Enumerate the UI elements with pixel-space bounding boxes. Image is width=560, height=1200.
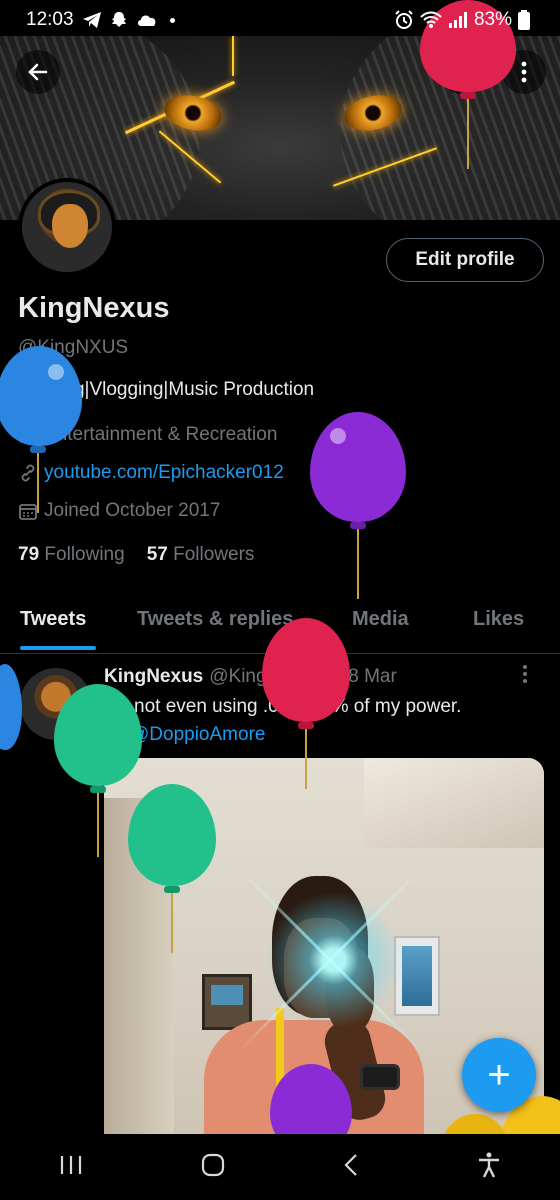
tweet-more-button[interactable] bbox=[522, 664, 528, 690]
followers-count: 57 bbox=[146, 544, 168, 565]
tweet-date: 18 Mar bbox=[337, 666, 397, 687]
briefcase-icon bbox=[18, 425, 38, 445]
profile-handle: @KingNXUS bbox=[18, 337, 129, 358]
snapchat-icon bbox=[111, 12, 126, 27]
profile-link-text[interactable]: youtube.com/Epichacker012 bbox=[44, 462, 284, 484]
tweet-header: KingNexus @KingNXUS · 18 Mar bbox=[104, 666, 397, 688]
nav-back-icon bbox=[344, 1153, 357, 1176]
follow-stats: 79 Following 57 Followers bbox=[18, 544, 254, 566]
camera-icon bbox=[105, 727, 125, 743]
link-icon bbox=[18, 463, 38, 483]
followers-label: Followers bbox=[173, 544, 255, 565]
tab-tweets[interactable]: Tweets bbox=[20, 608, 86, 631]
system-nav-bar bbox=[0, 1134, 560, 1200]
arrow-left-icon bbox=[28, 63, 48, 81]
compose-tweet-button[interactable]: + bbox=[462, 1038, 536, 1112]
tab-likes[interactable]: Likes bbox=[473, 608, 524, 631]
profile-category-text: Entertainment & Recreation bbox=[44, 424, 278, 445]
tweet-handle: @KingNXUS bbox=[209, 666, 320, 687]
search-icon bbox=[451, 61, 472, 82]
profile-display-name: KingNexus bbox=[18, 292, 170, 324]
profile-link[interactable]: youtube.com/Epichacker012 bbox=[18, 462, 284, 484]
battery-icon bbox=[518, 10, 530, 30]
tab-active-indicator bbox=[20, 646, 96, 650]
tweet-avatar[interactable] bbox=[20, 668, 92, 740]
following-count: 79 bbox=[18, 544, 40, 565]
profile-bio: Gaming|Vlogging|Music Production bbox=[18, 379, 315, 400]
photo-watch bbox=[360, 1064, 400, 1090]
followers-stat[interactable]: 57 Followers bbox=[147, 544, 255, 566]
tweet-photo-tag[interactable]: @DoppioAmore bbox=[104, 724, 265, 746]
nav-home-button[interactable] bbox=[201, 1153, 225, 1182]
profile-joined: Joined October 2017 bbox=[18, 500, 220, 522]
back-button[interactable] bbox=[16, 50, 60, 94]
avatar-face bbox=[52, 204, 88, 248]
nav-accessibility-button[interactable] bbox=[477, 1152, 501, 1183]
more-options-button[interactable] bbox=[502, 50, 546, 94]
following-label: Following bbox=[44, 544, 125, 565]
status-right: 83% bbox=[394, 9, 530, 31]
photo-wall-art-left bbox=[202, 974, 252, 1030]
wifi-icon bbox=[420, 11, 442, 28]
alarm-icon bbox=[395, 10, 413, 29]
tweet-photo-tag-text[interactable]: @DoppioAmore bbox=[130, 724, 265, 746]
nav-back-button[interactable] bbox=[343, 1153, 359, 1182]
cloud-icon bbox=[137, 15, 155, 26]
tab-tweets-replies[interactable]: Tweets & replies bbox=[137, 608, 293, 631]
banner-lightning-4 bbox=[232, 36, 234, 76]
status-time: 12:03 bbox=[26, 9, 74, 30]
photo-eye-glow bbox=[254, 880, 414, 1040]
profile-tabs: Tweets Tweets & replies Media Likes bbox=[0, 596, 560, 654]
tweet-separator: · bbox=[325, 666, 332, 687]
edit-profile-button[interactable]: Edit profile bbox=[386, 238, 544, 282]
photo-ceiling-molding bbox=[364, 758, 544, 848]
search-button[interactable] bbox=[440, 50, 484, 94]
following-stat[interactable]: 79 Following bbox=[18, 544, 125, 566]
profile-category: Entertainment & Recreation bbox=[18, 424, 277, 446]
recents-icon bbox=[60, 1155, 82, 1174]
telegram-icon bbox=[82, 12, 101, 28]
profile-joined-text: Joined October 2017 bbox=[44, 500, 221, 521]
more-vertical-icon bbox=[521, 61, 527, 83]
calendar-icon bbox=[18, 501, 38, 521]
signal-icon bbox=[448, 12, 467, 28]
tab-media[interactable]: Media bbox=[352, 608, 409, 631]
nav-recents-button[interactable] bbox=[59, 1154, 83, 1181]
home-icon bbox=[201, 1153, 225, 1176]
balloon-purple bbox=[310, 412, 408, 602]
tweet-author[interactable]: KingNexus bbox=[104, 666, 203, 688]
tweet-text: I'm not even using .000001% of my power. bbox=[104, 696, 462, 717]
notification-dot-icon bbox=[169, 17, 175, 23]
accessibility-icon bbox=[479, 1152, 499, 1178]
status-left: 12:03 bbox=[26, 9, 175, 31]
status-bar: 12:03 83% bbox=[0, 0, 560, 40]
profile-avatar[interactable] bbox=[18, 178, 116, 276]
battery-percent: 83% bbox=[473, 9, 512, 30]
more-vertical-icon bbox=[523, 665, 527, 683]
